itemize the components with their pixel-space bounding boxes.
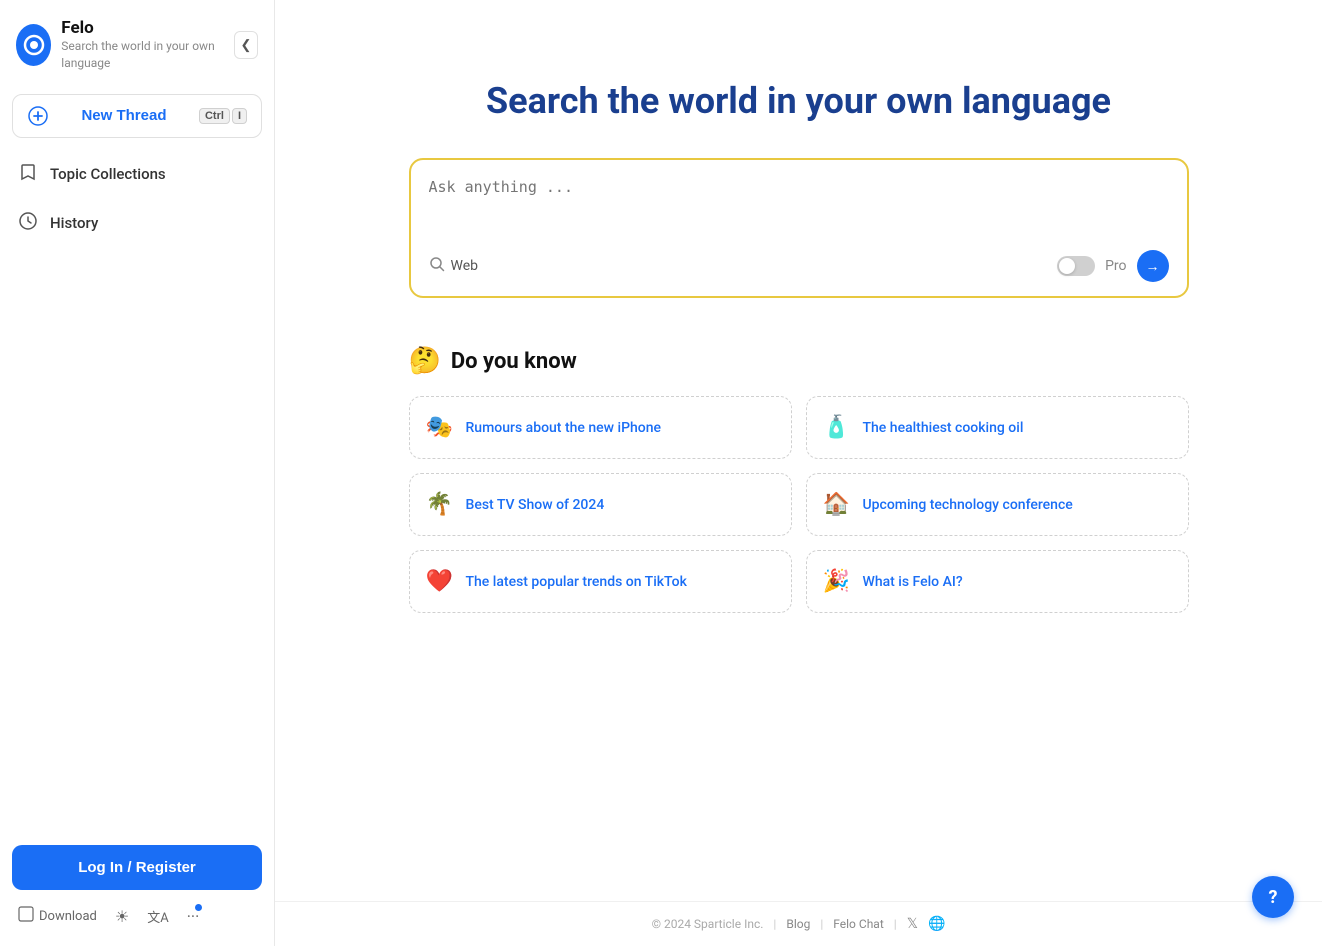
download-icon <box>18 906 34 926</box>
know-card-emoji: ❤️ <box>426 569 454 594</box>
know-emoji: 🤔 <box>409 346 441 376</box>
history-icon <box>18 211 38 236</box>
know-card-emoji: 🎉 <box>823 569 851 594</box>
sidebar-item-history[interactable]: History <box>0 199 274 248</box>
know-card-best-tv-show[interactable]: 🌴 Best TV Show of 2024 <box>409 473 792 536</box>
toggle-knob <box>1059 258 1075 274</box>
know-header: 🤔 Do you know <box>409 346 1189 376</box>
sidebar-bottom: Log In / Register Download ☀ 文A ··· <box>0 829 274 946</box>
know-card-text: Best TV Show of 2024 <box>466 497 605 513</box>
sidebar-item-topic-collections[interactable]: Topic Collections <box>0 150 274 199</box>
help-button[interactable]: ? <box>1252 876 1294 918</box>
footer-blog-link[interactable]: Blog <box>786 917 810 931</box>
brand-name: Felo <box>61 18 234 38</box>
topic-collections-label: Topic Collections <box>50 165 166 183</box>
main-footer: © 2024 Sparticle Inc. | Blog | Felo Chat… <box>275 901 1322 946</box>
know-card-text: The healthiest cooking oil <box>863 420 1024 436</box>
hero-title: Search the world in your own language <box>486 80 1111 122</box>
sidebar-tools: Download ☀ 文A ··· <box>12 902 262 930</box>
search-input[interactable] <box>429 178 1169 238</box>
know-card-felo-ai[interactable]: 🎉 What is Felo AI? <box>806 550 1189 613</box>
collapse-button[interactable]: ❮ <box>234 31 258 59</box>
help-icon: ? <box>1269 887 1278 908</box>
submit-arrow-icon: → <box>1146 258 1160 274</box>
sidebar-header: Felo Search the world in your own langua… <box>0 0 274 88</box>
more-tool[interactable]: ··· <box>187 907 200 926</box>
brand: Felo Search the world in your own langua… <box>16 18 234 72</box>
search-web: Web <box>429 256 479 276</box>
search-icon <box>429 256 445 276</box>
download-tool[interactable]: Download <box>18 906 97 926</box>
know-card-emoji: 🌴 <box>426 492 454 517</box>
web-label: Web <box>451 258 479 274</box>
new-thread-icon <box>27 105 49 127</box>
bookmark-icon <box>18 162 38 187</box>
know-title: Do you know <box>451 349 577 374</box>
main-area: Search the world in your own language We… <box>275 0 1322 901</box>
know-card-cooking-oil[interactable]: 🧴 The healthiest cooking oil <box>806 396 1189 459</box>
search-footer: Web Pro → <box>429 250 1169 282</box>
brightness-tool[interactable]: ☀ <box>115 907 129 926</box>
shortcut-keys: Ctrl I <box>199 108 247 124</box>
translate-icon: 文A <box>147 907 168 926</box>
know-card-emoji: 🏠 <box>823 492 851 517</box>
pro-label: Pro <box>1105 258 1126 274</box>
know-card-emoji: 🧴 <box>823 415 851 440</box>
know-card-iphone-rumours[interactable]: 🎭 Rumours about the new iPhone <box>409 396 792 459</box>
brand-logo <box>16 24 51 66</box>
download-label: Download <box>39 909 97 924</box>
login-button[interactable]: Log In / Register <box>12 845 262 890</box>
history-label: History <box>50 214 98 232</box>
new-thread-label: New Thread <box>59 107 189 124</box>
search-box: Web Pro → <box>409 158 1189 298</box>
footer-felo-chat-link[interactable]: Felo Chat <box>833 917 883 931</box>
globe-icon[interactable]: 🌐 <box>928 916 945 932</box>
know-card-text: Upcoming technology conference <box>863 497 1073 513</box>
know-card-emoji: 🎭 <box>426 415 454 440</box>
brightness-icon: ☀ <box>115 907 129 926</box>
sidebar: Felo Search the world in your own langua… <box>0 0 275 946</box>
translate-tool[interactable]: 文A <box>147 907 168 926</box>
shortcut-ctrl: Ctrl <box>199 108 230 124</box>
know-section: 🤔 Do you know 🎭 Rumours about the new iP… <box>409 346 1189 613</box>
know-card-text: What is Felo AI? <box>863 574 963 590</box>
more-badge <box>195 904 202 911</box>
search-submit-button[interactable]: → <box>1137 250 1169 282</box>
twitter-icon[interactable]: 𝕏 <box>907 916 918 932</box>
sidebar-nav: Topic Collections History <box>0 150 274 248</box>
pro-toggle[interactable] <box>1057 256 1095 276</box>
main-content: Search the world in your own language We… <box>275 0 1322 946</box>
brand-tagline: Search the world in your own language <box>61 38 234 72</box>
search-right: Pro → <box>1057 250 1168 282</box>
know-card-text: The latest popular trends on TikTok <box>466 574 687 590</box>
know-card-tiktok-trends[interactable]: ❤️ The latest popular trends on TikTok <box>409 550 792 613</box>
shortcut-key: I <box>232 108 247 124</box>
new-thread-button[interactable]: New Thread Ctrl I <box>12 94 262 138</box>
know-card-text: Rumours about the new iPhone <box>466 420 662 436</box>
know-grid: 🎭 Rumours about the new iPhone 🧴 The hea… <box>409 396 1189 613</box>
footer-copyright: © 2024 Sparticle Inc. <box>652 917 764 931</box>
know-card-tech-conference[interactable]: 🏠 Upcoming technology conference <box>806 473 1189 536</box>
